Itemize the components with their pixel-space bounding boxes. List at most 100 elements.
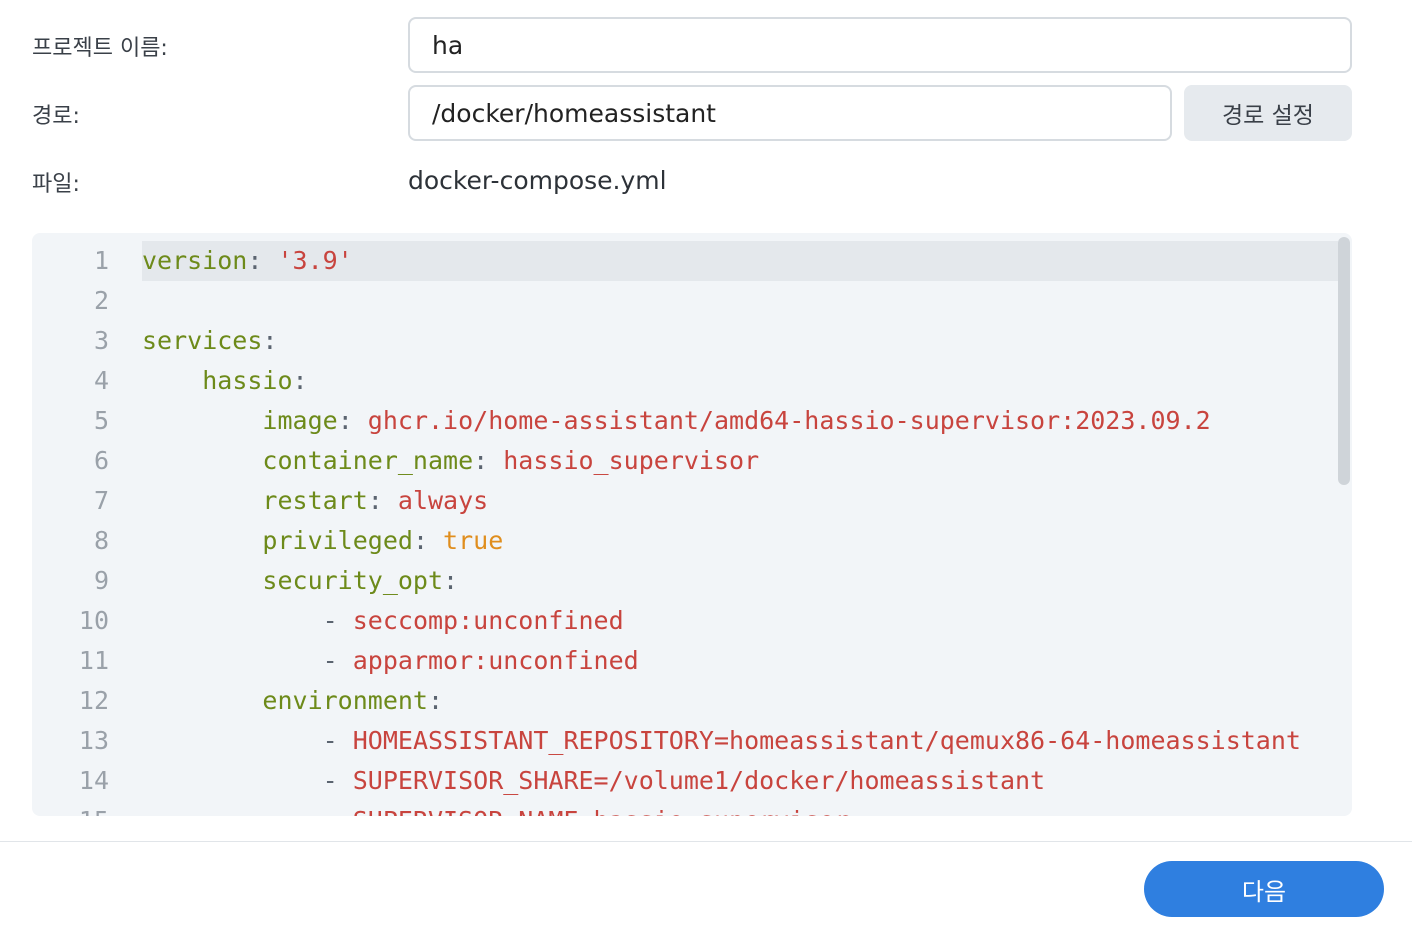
code-token: image: [262, 406, 338, 435]
file-name: docker-compose.yml: [408, 166, 667, 195]
next-button[interactable]: 다음: [1144, 861, 1384, 917]
code-text: image: ghcr.io/home-assistant/amd64-hass…: [142, 401, 1211, 441]
code-token: SUPERVISOR_NAME=hassio_supervisor: [353, 806, 850, 816]
code-token: :: [292, 366, 308, 395]
footer-divider: [0, 841, 1412, 842]
code-line[interactable]: 8 privileged: true: [32, 521, 1336, 561]
line-number: 11: [78, 646, 109, 675]
code-token: hassio: [202, 366, 293, 395]
code-token: container_name: [262, 446, 474, 475]
editor-scrollbar[interactable]: [1336, 233, 1352, 816]
set-path-button[interactable]: 경로 설정: [1184, 85, 1352, 141]
line-number: 8: [93, 526, 109, 555]
code-token: ghcr.io/home-assistant/amd64-hassio-supe…: [367, 406, 1211, 435]
code-token: -: [322, 766, 353, 795]
code-token: version: [142, 246, 248, 275]
code-line[interactable]: 9 security_opt:: [32, 561, 1336, 601]
code-text: services:: [142, 321, 277, 361]
code-text: hassio:: [142, 361, 308, 401]
code-token: always: [397, 486, 489, 515]
code-line[interactable]: 15 - SUPERVISOR_NAME=hassio_supervisor: [32, 801, 1336, 816]
code-token: :: [473, 446, 504, 475]
code-line[interactable]: 6 container_name: hassio_supervisor: [32, 441, 1336, 481]
code-line[interactable]: 7 restart: always: [32, 481, 1336, 521]
code-line[interactable]: 1 version: '3.9': [32, 241, 1336, 281]
code-text: container_name: hassio_supervisor: [142, 441, 759, 481]
line-number: 10: [78, 606, 109, 635]
code-text: - HOMEASSISTANT_REPOSITORY=homeassistant…: [142, 721, 1301, 761]
code-token: :: [443, 566, 459, 595]
line-number: 2: [93, 286, 109, 315]
project-name-input[interactable]: ha: [408, 17, 1352, 73]
path-label: 경로:: [32, 104, 80, 129]
path-input[interactable]: /docker/homeassistant: [408, 85, 1172, 141]
line-number: 5: [93, 406, 109, 435]
line-number: 15: [32, 801, 109, 816]
code-token: restart: [262, 486, 368, 515]
code-token: security_opt: [262, 566, 444, 595]
code-text: privileged: true: [142, 521, 503, 561]
line-number: 6: [93, 446, 109, 475]
code-line[interactable]: 13 - HOMEASSISTANT_REPOSITORY=homeassist…: [32, 721, 1336, 761]
code-line[interactable]: 2: [32, 281, 1336, 321]
code-token: :: [247, 246, 278, 275]
code-token: privileged: [262, 526, 413, 555]
line-number: 3: [93, 326, 109, 355]
code-text: - SUPERVISOR_SHARE=/volume1/docker/homea…: [142, 761, 1045, 801]
code-line[interactable]: 12 environment:: [32, 681, 1336, 721]
code-token: '3.9': [277, 246, 353, 275]
code-token: HOMEASSISTANT_REPOSITORY=homeassistant/q…: [352, 726, 1301, 755]
code-text: environment:: [142, 681, 443, 721]
code-text: restart: always: [142, 481, 488, 521]
code-token: :: [367, 486, 398, 515]
code-token: apparmor:unconfined: [352, 646, 639, 675]
line-number: 7: [93, 486, 109, 515]
line-number: 12: [78, 686, 109, 715]
editor-scrollbar-thumb[interactable]: [1338, 237, 1350, 485]
project-name-label: 프로젝트 이름:: [32, 36, 168, 61]
code-token: -: [322, 606, 353, 635]
file-label: 파일:: [32, 172, 80, 197]
code-token: SUPERVISOR_SHARE=/volume1/docker/homeass…: [352, 766, 1046, 795]
line-number: 14: [78, 766, 109, 795]
code-line[interactable]: 10 - seccomp:unconfined: [32, 601, 1336, 641]
code-token: hassio_supervisor: [503, 446, 760, 475]
code-token: -: [323, 806, 353, 816]
code-line[interactable]: 3 services:: [32, 321, 1336, 361]
code-token: :: [337, 406, 368, 435]
code-line[interactable]: 14 - SUPERVISOR_SHARE=/volume1/docker/ho…: [32, 761, 1336, 801]
code-line[interactable]: 5 image: ghcr.io/home-assistant/amd64-ha…: [32, 401, 1336, 441]
code-token: seccomp:unconfined: [352, 606, 624, 635]
code-token: :: [428, 686, 444, 715]
code-token: -: [322, 646, 353, 675]
code-editor[interactable]: 1 version: '3.9' 2 3 services: 4 hassio: 5 ima…: [32, 233, 1352, 816]
code-text: - apparmor:unconfined: [142, 641, 639, 681]
line-number: 4: [93, 366, 109, 395]
line-number: 1: [93, 246, 109, 275]
line-number: 9: [93, 566, 109, 595]
code-text: security_opt:: [142, 561, 458, 601]
code-token: environment: [262, 686, 428, 715]
code-line[interactable]: 4 hassio:: [32, 361, 1336, 401]
line-number: 13: [78, 726, 109, 755]
code-token: true: [443, 526, 504, 555]
code-text: - seccomp:unconfined: [142, 601, 624, 641]
code-line[interactable]: 11 - apparmor:unconfined: [32, 641, 1336, 681]
code-token: :: [262, 326, 278, 355]
code-token: :: [412, 526, 444, 555]
code-text: - SUPERVISOR_NAME=hassio_supervisor: [142, 801, 850, 816]
code-text: version: '3.9': [142, 241, 353, 281]
code-token: -: [322, 726, 353, 755]
